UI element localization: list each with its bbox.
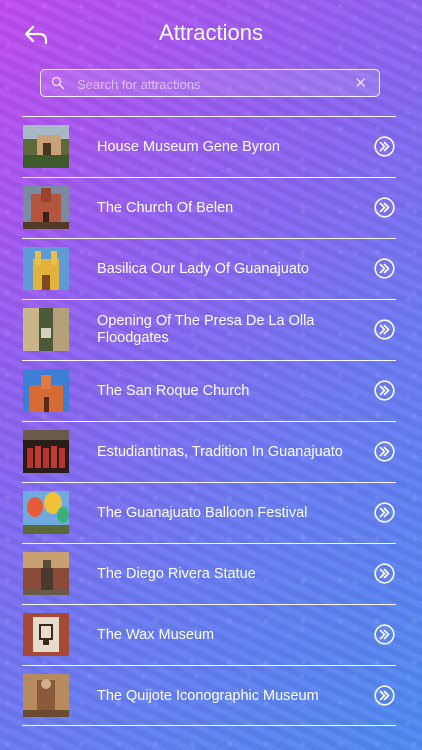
- double-chevron-right-icon[interactable]: [374, 380, 395, 401]
- search-bar[interactable]: ✕: [40, 69, 380, 97]
- list-item-label: The Quijote Iconographic Museum: [97, 687, 319, 704]
- list-item[interactable]: House Museum Gene Byron: [22, 116, 396, 177]
- double-chevron-right-icon[interactable]: [374, 319, 395, 340]
- double-chevron-right-icon[interactable]: [374, 197, 395, 218]
- attractions-list: House Museum Gene Byron The Church Of Be…: [22, 116, 396, 726]
- thumbnail-image: [23, 125, 69, 168]
- thumbnail-image: [23, 308, 69, 351]
- list-item-label: The San Roque Church: [97, 382, 250, 399]
- thumbnail-image: [23, 613, 69, 656]
- double-chevron-right-icon[interactable]: [374, 502, 395, 523]
- double-chevron-right-icon[interactable]: [374, 563, 395, 584]
- list-item-label: Estudiantinas, Tradition In Guanajuato: [97, 443, 343, 460]
- list-item[interactable]: The Church Of Belen: [22, 177, 396, 238]
- close-icon[interactable]: ✕: [354, 74, 367, 92]
- double-chevron-right-icon[interactable]: [374, 685, 395, 706]
- search-input[interactable]: [75, 72, 349, 96]
- list-item[interactable]: The Quijote Iconographic Museum: [22, 665, 396, 726]
- list-item[interactable]: Estudiantinas, Tradition In Guanajuato: [22, 421, 396, 482]
- list-item-label: The Church Of Belen: [97, 199, 234, 216]
- thumbnail-image: [23, 674, 69, 717]
- header: Attractions: [0, 0, 422, 66]
- list-item-label: House Museum Gene Byron: [97, 138, 280, 155]
- thumbnail-image: [23, 247, 69, 290]
- thumbnail-image: [23, 430, 69, 473]
- thumbnail-image: [23, 369, 69, 412]
- thumbnail-image: [23, 552, 69, 595]
- list-item[interactable]: Opening Of The Presa De La Olla Floodgat…: [22, 299, 396, 360]
- search-icon: [51, 76, 65, 90]
- double-chevron-right-icon[interactable]: [374, 258, 395, 279]
- thumbnail-image: [23, 186, 69, 229]
- double-chevron-right-icon[interactable]: [374, 136, 395, 157]
- list-item-label: The Wax Museum: [97, 626, 215, 643]
- thumbnail-image: [23, 491, 69, 534]
- list-item-label: Opening Of The Presa De La Olla Floodgat…: [97, 313, 315, 346]
- list-item[interactable]: Basilica Our Lady Of Guanajuato: [22, 238, 396, 299]
- list-item-label: Basilica Our Lady Of Guanajuato: [97, 260, 309, 277]
- list-item-label: The Diego Rivera Statue: [97, 565, 256, 582]
- list-item[interactable]: The San Roque Church: [22, 360, 396, 421]
- list-item-label: The Guanajuato Balloon Festival: [97, 504, 308, 521]
- page-title: Attractions: [159, 20, 263, 45]
- double-chevron-right-icon[interactable]: [374, 441, 395, 462]
- list-item[interactable]: The Wax Museum: [22, 604, 396, 665]
- list-item[interactable]: The Diego Rivera Statue: [22, 543, 396, 604]
- double-chevron-right-icon[interactable]: [374, 624, 395, 645]
- list-item[interactable]: The Guanajuato Balloon Festival: [22, 482, 396, 543]
